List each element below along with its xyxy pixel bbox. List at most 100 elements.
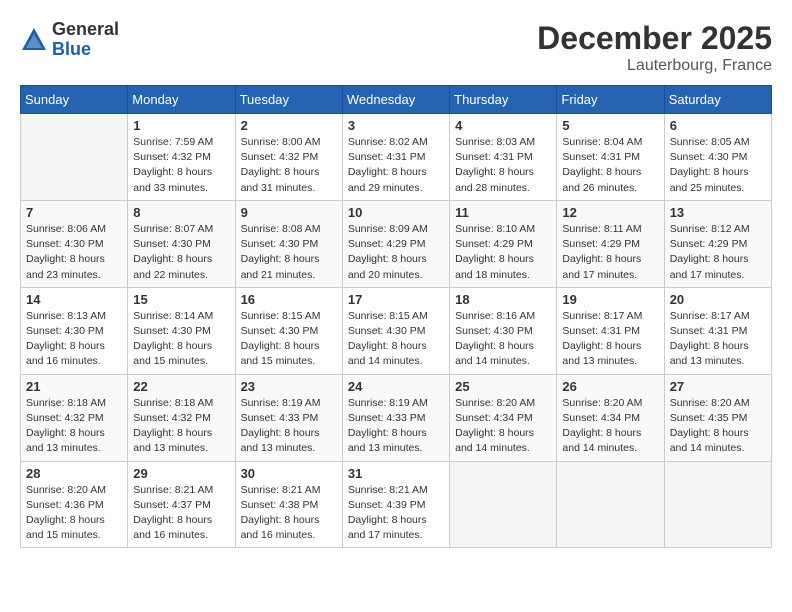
cell-sun-info: Sunrise: 8:16 AM Sunset: 4:30 PM Dayligh… (455, 309, 551, 370)
calendar-week-row: 28 Sunrise: 8:20 AM Sunset: 4:36 PM Dayli… (21, 461, 772, 548)
calendar-header-row: SundayMondayTuesdayWednesdayThursdayFrid… (21, 86, 772, 114)
logo-general-text: General (52, 20, 119, 40)
cell-day-number: 2 (241, 118, 337, 133)
cell-day-number: 28 (26, 466, 122, 481)
day-of-week-header: Thursday (450, 86, 557, 114)
cell-day-number: 13 (670, 205, 766, 220)
cell-day-number: 30 (241, 466, 337, 481)
cell-day-number: 25 (455, 379, 551, 394)
cell-sun-info: Sunrise: 8:11 AM Sunset: 4:29 PM Dayligh… (562, 222, 658, 283)
calendar-cell: 8 Sunrise: 8:07 AM Sunset: 4:30 PM Daylig… (128, 200, 235, 287)
calendar-cell: 17Sunrise: 8:15 AM Sunset: 4:30 PM Dayli… (342, 287, 449, 374)
calendar-cell: 24Sunrise: 8:19 AM Sunset: 4:33 PM Dayli… (342, 374, 449, 461)
cell-day-number: 10 (348, 205, 444, 220)
cell-day-number: 16 (241, 292, 337, 307)
cell-day-number: 15 (133, 292, 229, 307)
day-of-week-header: Wednesday (342, 86, 449, 114)
calendar-cell: 16 Sunrise: 8:15 AM Sunset: 4:30 PM Dayli… (235, 287, 342, 374)
cell-day-number: 6 (670, 118, 766, 133)
day-of-week-header: Sunday (21, 86, 128, 114)
day-of-week-header: Monday (128, 86, 235, 114)
calendar-cell: 19Sunrise: 8:17 AM Sunset: 4:31 PM Dayli… (557, 287, 664, 374)
cell-day-number: 11 (455, 205, 551, 220)
calendar-cell: 1Sunrise: 7:59 AM Sunset: 4:32 PM Daylig… (128, 114, 235, 201)
cell-day-number: 31 (348, 466, 444, 481)
calendar-cell: 4 Sunrise: 8:03 AM Sunset: 4:31 PM Daylig… (450, 114, 557, 201)
cell-sun-info: Sunrise: 8:12 AM Sunset: 4:29 PM Dayligh… (670, 222, 766, 283)
calendar-cell: 3 Sunrise: 8:02 AM Sunset: 4:31 PM Daylig… (342, 114, 449, 201)
cell-day-number: 27 (670, 379, 766, 394)
cell-day-number: 29 (133, 466, 229, 481)
cell-sun-info: Sunrise: 8:19 AM Sunset: 4:33 PM Dayligh… (241, 396, 337, 457)
cell-sun-info: Sunrise: 8:13 AM Sunset: 4:30 PM Dayligh… (26, 309, 122, 370)
calendar-week-row: 21 Sunrise: 8:18 AM Sunset: 4:32 PM Dayli… (21, 374, 772, 461)
day-of-week-header: Tuesday (235, 86, 342, 114)
cell-sun-info: Sunrise: 8:21 AM Sunset: 4:38 PM Dayligh… (241, 483, 337, 544)
calendar-cell: 14 Sunrise: 8:13 AM Sunset: 4:30 PM Dayli… (21, 287, 128, 374)
month-title: December 2025 (537, 20, 772, 57)
cell-sun-info: Sunrise: 8:20 AM Sunset: 4:36 PM Dayligh… (26, 483, 122, 544)
cell-sun-info: Sunrise: 8:21 AM Sunset: 4:39 PM Dayligh… (348, 483, 444, 544)
calendar-week-row: 14 Sunrise: 8:13 AM Sunset: 4:30 PM Dayli… (21, 287, 772, 374)
calendar-cell (664, 461, 771, 548)
logo: General Blue (20, 20, 119, 60)
cell-day-number: 26 (562, 379, 658, 394)
calendar-week-row: 1Sunrise: 7:59 AM Sunset: 4:32 PM Daylig… (21, 114, 772, 201)
cell-sun-info: Sunrise: 8:10 AM Sunset: 4:29 PM Dayligh… (455, 222, 551, 283)
cell-sun-info: Sunrise: 8:21 AM Sunset: 4:37 PM Dayligh… (133, 483, 229, 544)
calendar-cell (21, 114, 128, 201)
cell-day-number: 8 (133, 205, 229, 220)
calendar-cell: 7Sunrise: 8:06 AM Sunset: 4:30 PM Daylig… (21, 200, 128, 287)
cell-day-number: 7 (26, 205, 122, 220)
cell-sun-info: Sunrise: 8:14 AM Sunset: 4:30 PM Dayligh… (133, 309, 229, 370)
cell-day-number: 14 (26, 292, 122, 307)
calendar-cell: 23 Sunrise: 8:19 AM Sunset: 4:33 PM Dayli… (235, 374, 342, 461)
cell-sun-info: Sunrise: 8:20 AM Sunset: 4:34 PM Dayligh… (562, 396, 658, 457)
cell-day-number: 21 (26, 379, 122, 394)
location-subtitle: Lauterbourg, France (537, 57, 772, 75)
cell-day-number: 23 (241, 379, 337, 394)
cell-sun-info: Sunrise: 8:17 AM Sunset: 4:31 PM Dayligh… (562, 309, 658, 370)
calendar-cell: 21 Sunrise: 8:18 AM Sunset: 4:32 PM Dayli… (21, 374, 128, 461)
title-block: December 2025 Lauterbourg, France (537, 20, 772, 75)
logo-blue-text: Blue (52, 40, 119, 60)
day-of-week-header: Friday (557, 86, 664, 114)
cell-day-number: 4 (455, 118, 551, 133)
calendar-cell: 12 Sunrise: 8:11 AM Sunset: 4:29 PM Dayli… (557, 200, 664, 287)
calendar-cell (557, 461, 664, 548)
calendar-cell: 20 Sunrise: 8:17 AM Sunset: 4:31 PM Dayli… (664, 287, 771, 374)
cell-day-number: 12 (562, 205, 658, 220)
calendar-cell: 6Sunrise: 8:05 AM Sunset: 4:30 PM Daylig… (664, 114, 771, 201)
cell-day-number: 20 (670, 292, 766, 307)
calendar-cell (450, 461, 557, 548)
calendar-cell: 25Sunrise: 8:20 AM Sunset: 4:34 PM Dayli… (450, 374, 557, 461)
cell-sun-info: Sunrise: 8:04 AM Sunset: 4:31 PM Dayligh… (562, 135, 658, 196)
calendar-cell: 31 Sunrise: 8:21 AM Sunset: 4:39 PM Dayli… (342, 461, 449, 548)
calendar-cell: 11 Sunrise: 8:10 AM Sunset: 4:29 PM Dayli… (450, 200, 557, 287)
calendar-cell: 5Sunrise: 8:04 AM Sunset: 4:31 PM Daylig… (557, 114, 664, 201)
cell-sun-info: Sunrise: 8:08 AM Sunset: 4:30 PM Dayligh… (241, 222, 337, 283)
cell-day-number: 18 (455, 292, 551, 307)
cell-sun-info: Sunrise: 8:15 AM Sunset: 4:30 PM Dayligh… (241, 309, 337, 370)
cell-sun-info: Sunrise: 8:07 AM Sunset: 4:30 PM Dayligh… (133, 222, 229, 283)
cell-day-number: 1 (133, 118, 229, 133)
cell-sun-info: Sunrise: 8:20 AM Sunset: 4:35 PM Dayligh… (670, 396, 766, 457)
cell-sun-info: Sunrise: 8:02 AM Sunset: 4:31 PM Dayligh… (348, 135, 444, 196)
cell-sun-info: Sunrise: 8:03 AM Sunset: 4:31 PM Dayligh… (455, 135, 551, 196)
cell-day-number: 9 (241, 205, 337, 220)
cell-sun-info: Sunrise: 8:15 AM Sunset: 4:30 PM Dayligh… (348, 309, 444, 370)
page-header: General Blue December 2025 Lauterbourg, … (20, 20, 772, 75)
calendar-cell: 18 Sunrise: 8:16 AM Sunset: 4:30 PM Dayli… (450, 287, 557, 374)
calendar-week-row: 7Sunrise: 8:06 AM Sunset: 4:30 PM Daylig… (21, 200, 772, 287)
calendar-cell: 9 Sunrise: 8:08 AM Sunset: 4:30 PM Daylig… (235, 200, 342, 287)
calendar-cell: 10Sunrise: 8:09 AM Sunset: 4:29 PM Dayli… (342, 200, 449, 287)
cell-sun-info: Sunrise: 8:18 AM Sunset: 4:32 PM Dayligh… (133, 396, 229, 457)
calendar-cell: 27 Sunrise: 8:20 AM Sunset: 4:35 PM Dayli… (664, 374, 771, 461)
cell-day-number: 3 (348, 118, 444, 133)
cell-sun-info: Sunrise: 8:17 AM Sunset: 4:31 PM Dayligh… (670, 309, 766, 370)
cell-sun-info: Sunrise: 8:18 AM Sunset: 4:32 PM Dayligh… (26, 396, 122, 457)
calendar-cell: 15 Sunrise: 8:14 AM Sunset: 4:30 PM Dayli… (128, 287, 235, 374)
calendar-cell: 28 Sunrise: 8:20 AM Sunset: 4:36 PM Dayli… (21, 461, 128, 548)
calendar-cell: 2 Sunrise: 8:00 AM Sunset: 4:32 PM Daylig… (235, 114, 342, 201)
cell-sun-info: Sunrise: 8:00 AM Sunset: 4:32 PM Dayligh… (241, 135, 337, 196)
